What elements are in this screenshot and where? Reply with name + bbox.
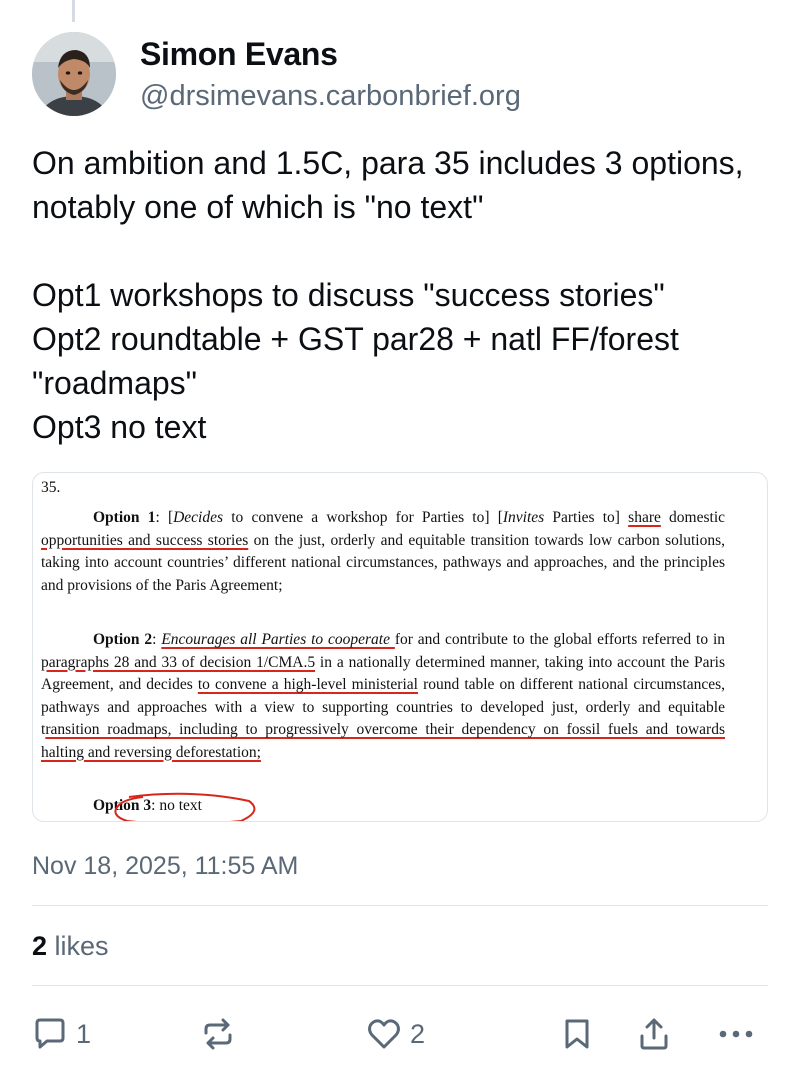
like-button[interactable]: 2 (366, 1012, 425, 1056)
author-name[interactable]: Simon Evans (140, 36, 338, 73)
underlined-highlight: to convene a high-level ministerial (197, 676, 418, 693)
option-3-text: : no text (151, 797, 202, 814)
option-1-label: Option 1 (93, 509, 156, 526)
share-icon (640, 1018, 668, 1050)
avatar[interactable] (32, 32, 116, 116)
option-3-label: Option 3 (93, 797, 152, 814)
share-button[interactable] (636, 1012, 672, 1056)
thread-connector-line (72, 0, 75, 22)
underlined-highlight: ransition roadmaps, including to progres… (41, 721, 725, 761)
option-2-paragraph: Option 2: Encourages all Parties to coop… (41, 629, 725, 764)
option-2-text: for and contribute to the global efforts… (394, 631, 725, 648)
option-1-paragraph: Option 1: [Decides to convene a workshop… (41, 507, 725, 597)
underlined-highlight: Encourages all Parties to cooperate (161, 631, 395, 648)
divider (32, 905, 768, 906)
option-2-label: Option 2 (93, 631, 153, 648)
divider (32, 985, 768, 986)
option-1-text: Invites (502, 509, 545, 526)
author-handle[interactable]: @drsimevans.carbonbrief.org (140, 80, 521, 113)
reply-button[interactable]: 1 (32, 1012, 91, 1056)
option-1-text: Parties to] (544, 509, 629, 526)
like-count: 2 (410, 1018, 426, 1049)
underlined-highlight: opportunities and success stories (41, 531, 249, 549)
option-1-text: domestic (660, 509, 726, 526)
repost-icon (204, 1018, 232, 1050)
underlined-highlight: paragraphs 28 and 33 of decision 1/CMA.5 (41, 653, 316, 671)
bookmark-icon (565, 1019, 589, 1049)
more-options-button[interactable] (716, 1012, 756, 1056)
bookmark-button[interactable] (559, 1012, 595, 1056)
option-2-text: : (152, 631, 162, 648)
post-text: On ambition and 1.5C, para 35 includes 3… (32, 145, 744, 445)
option-1-text: Decides (173, 509, 224, 526)
heart-icon (368, 1019, 400, 1049)
ellipsis-icon (719, 1030, 753, 1038)
repost-button[interactable] (200, 1012, 236, 1056)
underlined-highlight: share (628, 509, 661, 526)
option-3-paragraph: Option 3: no text (93, 795, 202, 818)
action-bar: 1 2 (32, 1012, 772, 1056)
option-1-text: to convene a workshop for Parties to] [ (223, 509, 503, 526)
embedded-image[interactable]: 35. Option 1: [Decides to convene a work… (32, 472, 768, 822)
likes-count: 2 (32, 931, 48, 961)
avatar-image (32, 32, 116, 116)
likes-label: likes (54, 931, 109, 961)
reply-count: 1 (76, 1018, 92, 1049)
option-1-text: : [ (155, 509, 174, 526)
paragraph-number: 35. (41, 479, 61, 496)
post-timestamp: Nov 18, 2025, 11:55 AM (32, 852, 299, 880)
likes-summary[interactable]: 2 likes (32, 931, 109, 962)
reply-icon (35, 1018, 65, 1049)
